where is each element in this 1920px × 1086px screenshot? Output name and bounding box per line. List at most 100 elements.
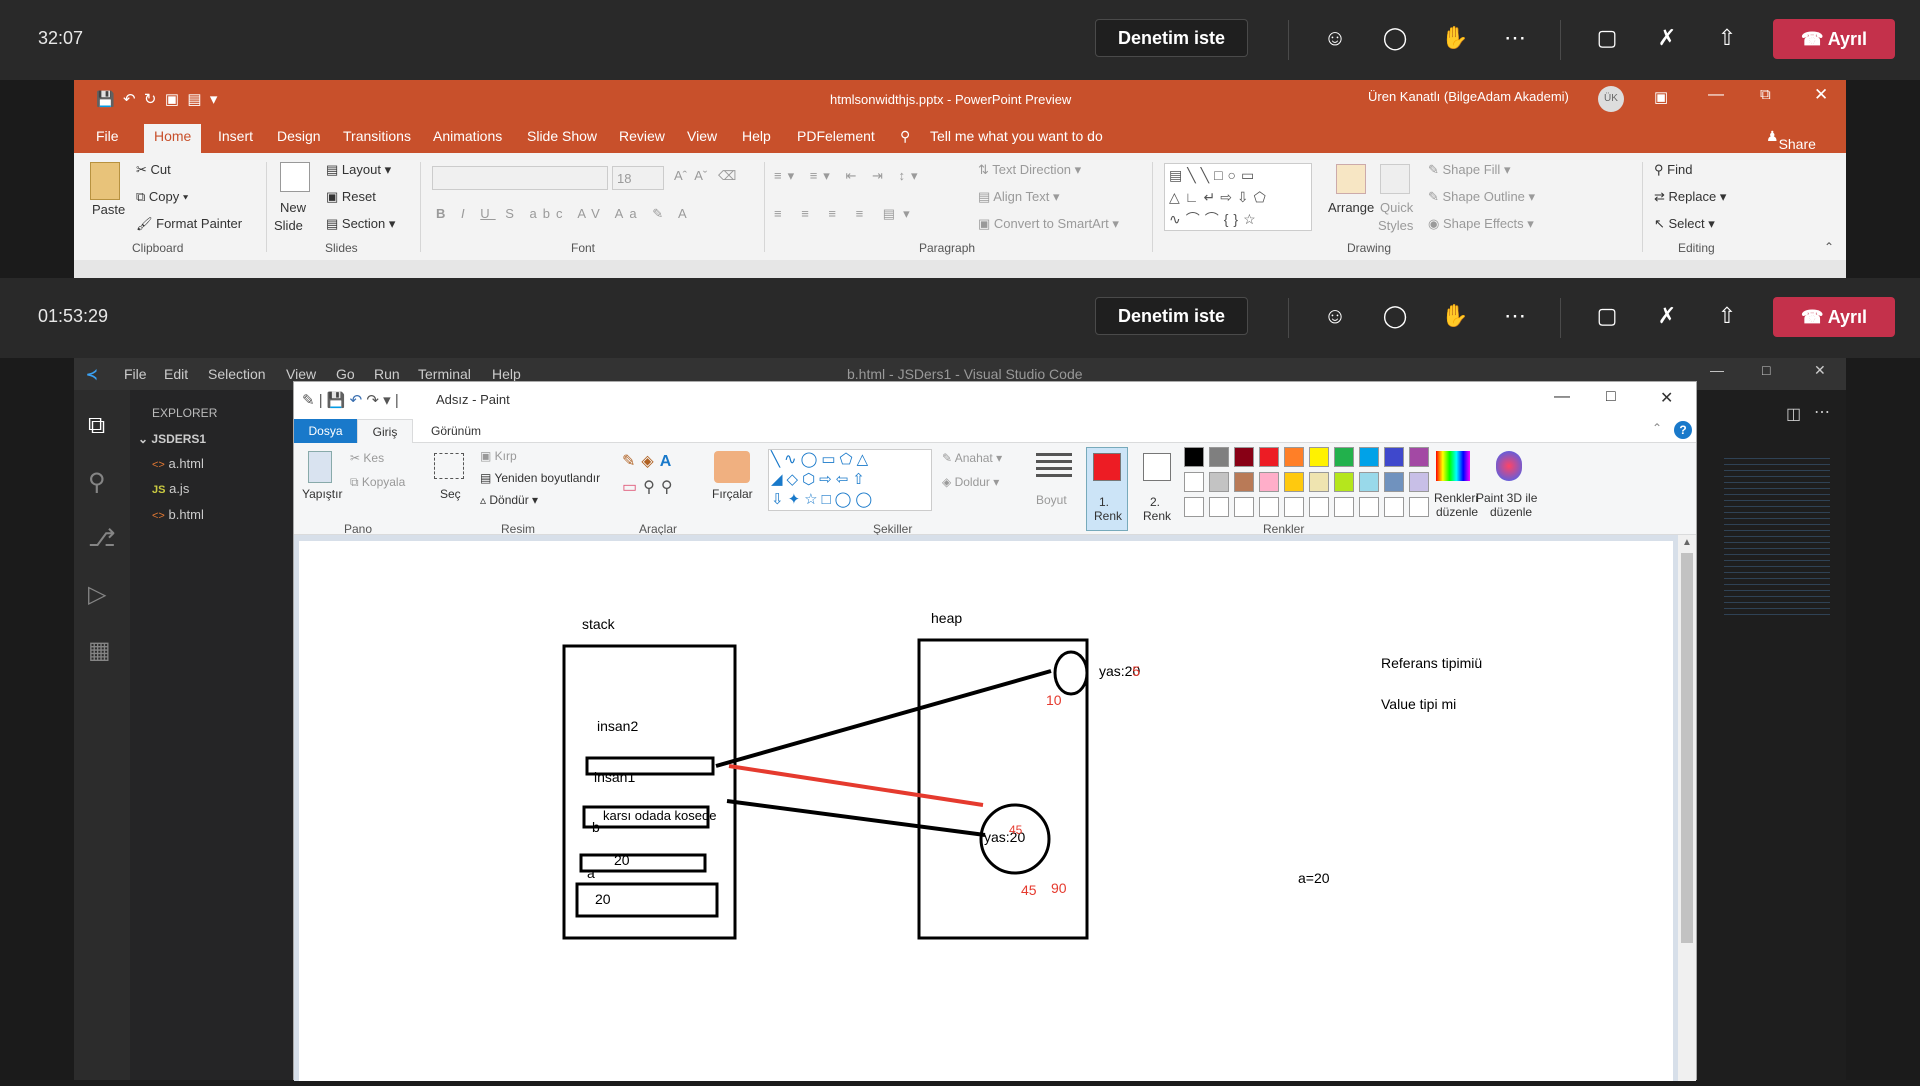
shapes-gallery[interactable]: ╲∿◯▭⬠△ ◢◇⬡⇨⇦⇧ ⇩✦☆□◯◯	[768, 449, 932, 511]
tab-slide-show[interactable]: Slide Show	[527, 128, 597, 144]
copy-button[interactable]: ⧉ Copy ▾	[136, 189, 188, 205]
arrange-icon[interactable]	[1336, 164, 1366, 194]
tab-review[interactable]: Review	[619, 128, 665, 144]
palette-empty-swatch[interactable]	[1384, 497, 1404, 517]
palette-swatch[interactable]	[1384, 447, 1404, 467]
tab-insert[interactable]: Insert	[218, 128, 253, 144]
tell-me-search[interactable]: Tell me what you want to do	[930, 128, 1103, 144]
palette-empty-swatch[interactable]	[1334, 497, 1354, 517]
tab-dosya[interactable]: Dosya	[294, 419, 357, 443]
select-icon[interactable]	[434, 453, 464, 479]
raise-hand-icon[interactable]: ✋	[1438, 21, 1472, 55]
chat-icon[interactable]: ◯	[1378, 299, 1412, 333]
tab-home[interactable]: Home	[144, 124, 202, 153]
palette-swatch[interactable]	[1234, 447, 1254, 467]
palette-empty-swatch[interactable]	[1234, 497, 1254, 517]
paste-icon[interactable]	[90, 162, 120, 200]
menu-terminal[interactable]: Terminal	[418, 366, 471, 382]
qat-icons[interactable]: 💾 ↶ ↻ ▣ ▤ ▾	[96, 90, 217, 108]
fill-button[interactable]: ◈ Doldur ▾	[942, 475, 999, 489]
convert-smartart-button[interactable]: ▣ Convert to SmartArt ▾	[978, 216, 1119, 232]
palette-swatch[interactable]	[1259, 447, 1279, 467]
menu-edit[interactable]: Edit	[164, 366, 188, 382]
palette-swatch[interactable]	[1309, 447, 1329, 467]
quick-styles-icon[interactable]	[1380, 164, 1410, 194]
share-screen-icon[interactable]: ⇧	[1710, 21, 1744, 55]
palette-empty-swatch[interactable]	[1209, 497, 1229, 517]
share-screen-icon[interactable]: ⇧	[1710, 299, 1744, 333]
minimize-icon[interactable]: —	[1708, 86, 1724, 104]
palette-swatch[interactable]	[1334, 447, 1354, 467]
paste-button[interactable]: Yapıştır	[302, 487, 342, 501]
cut-button[interactable]: ✂ Kes	[350, 451, 384, 465]
maximize-icon[interactable]: □	[1762, 362, 1770, 378]
vertical-scrollbar[interactable]: ▲	[1678, 535, 1696, 1081]
menu-help[interactable]: Help	[492, 366, 521, 382]
extensions-icon[interactable]: ▦	[88, 636, 111, 665]
drawing-canvas[interactable]: stack heap insan2 insan1 karsı odada kos…	[299, 541, 1673, 1081]
minimize-icon[interactable]: —	[1554, 388, 1570, 406]
section-button[interactable]: ▤ Section ▾	[326, 216, 395, 232]
raise-hand-icon[interactable]: ✋	[1438, 299, 1472, 333]
camera-off-icon[interactable]: ▢	[1590, 21, 1624, 55]
palette-swatch[interactable]	[1359, 447, 1379, 467]
avatar[interactable]: ÜK	[1598, 86, 1624, 112]
tab-pdfelement[interactable]: PDFelement	[797, 128, 875, 144]
paste-icon[interactable]	[308, 451, 332, 483]
cut-button[interactable]: ✂ Cut	[136, 162, 171, 178]
more-icon[interactable]: ⋯	[1498, 299, 1532, 333]
format-painter-button[interactable]: 🖌 Format Painter	[136, 216, 242, 232]
new-slide-icon[interactable]	[280, 162, 310, 192]
pencil-fill-text-icons[interactable]: ✎◈A	[622, 451, 677, 471]
replace-button[interactable]: ⇄ Replace ▾	[1654, 189, 1726, 205]
alignment-icons[interactable]: ≡ ≡ ≡ ≡ ▤▾	[774, 206, 918, 222]
menu-file[interactable]: File	[124, 366, 147, 382]
menu-run[interactable]: Run	[374, 366, 400, 382]
shape-effects-button[interactable]: ◉ Shape Effects ▾	[1428, 216, 1534, 232]
font-size-select[interactable]: 18	[612, 166, 664, 190]
tab-giris[interactable]: Giriş	[357, 419, 413, 444]
brushes-button[interactable]: Fırçalar	[712, 487, 753, 501]
palette-swatch[interactable]	[1284, 472, 1304, 492]
reset-button[interactable]: ▣ Reset	[326, 189, 376, 205]
crop-button[interactable]: ▣ Kırp	[480, 449, 517, 463]
palette-swatch[interactable]	[1309, 472, 1329, 492]
more-icon[interactable]: ⋯	[1498, 21, 1532, 55]
minimap[interactable]	[1724, 458, 1830, 618]
shape-outline-button[interactable]: ✎ Shape Outline ▾	[1428, 189, 1535, 205]
mic-off-icon[interactable]: ✗	[1650, 299, 1684, 333]
palette-swatch[interactable]	[1209, 447, 1229, 467]
participants-icon[interactable]: ☺	[1318, 299, 1352, 333]
palette-empty-swatch[interactable]	[1184, 497, 1204, 517]
close-icon[interactable]: ✕	[1660, 388, 1673, 408]
maximize-icon[interactable]: □	[1606, 388, 1616, 406]
scroll-thumb[interactable]	[1681, 553, 1693, 943]
list-indent-icons[interactable]: ≡▾ ≡▾ ⇤ ⇥ ↕▾	[774, 168, 923, 184]
quick-styles-button[interactable]: Quick	[1380, 200, 1413, 215]
mic-off-icon[interactable]: ✗	[1650, 21, 1684, 55]
palette-swatch[interactable]	[1384, 472, 1404, 492]
brushes-icon[interactable]	[714, 451, 750, 483]
shape-fill-button[interactable]: ✎ Shape Fill ▾	[1428, 162, 1510, 178]
size-icon[interactable]	[1036, 453, 1072, 481]
tab-transitions[interactable]: Transitions	[343, 128, 411, 144]
collapse-ribbon-icon[interactable]: ⌃	[1824, 240, 1834, 254]
align-text-button[interactable]: ▤ Align Text ▾	[978, 189, 1059, 205]
edit-colors-button[interactable]: Renkleri	[1434, 491, 1478, 505]
menu-go[interactable]: Go	[336, 366, 355, 382]
close-icon[interactable]: ✕	[1814, 85, 1828, 105]
layout-button[interactable]: ▤ Layout ▾	[326, 162, 391, 178]
request-control-button[interactable]: Denetim iste	[1095, 297, 1248, 335]
tab-animations[interactable]: Animations	[433, 128, 502, 144]
menu-selection[interactable]: Selection	[208, 366, 266, 382]
size-button[interactable]: Boyut	[1036, 493, 1067, 507]
paint3d-button[interactable]: Paint 3D ile	[1476, 491, 1537, 505]
shapes-gallery[interactable]: ▤╲╲□○▭ △∟↵⇨⇩⬠ ∿⌒⌒{}☆	[1164, 163, 1312, 231]
palette-swatch[interactable]	[1234, 472, 1254, 492]
font-format-icons[interactable]: B I U S abc AV Aa ✎ A	[436, 206, 693, 222]
explorer-icon[interactable]: ⧉	[88, 412, 105, 440]
request-control-button[interactable]: Denetim iste	[1095, 19, 1248, 57]
tab-view[interactable]: View	[687, 128, 717, 144]
folder-jsders1[interactable]: ⌄ JSDERS1	[138, 432, 206, 446]
new-slide-button[interactable]: New	[280, 200, 306, 215]
